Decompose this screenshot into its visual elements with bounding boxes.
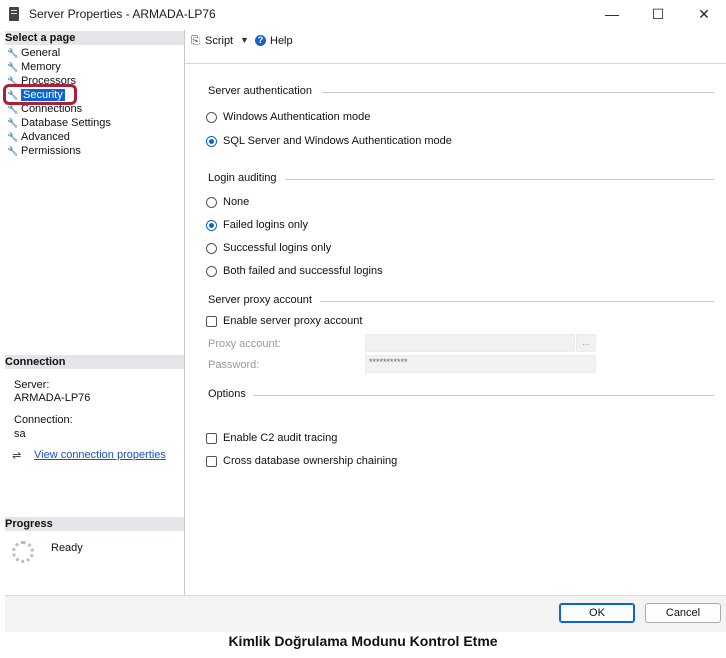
view-connection-properties-link[interactable]: View connection properties (34, 449, 166, 461)
group-divider (253, 395, 714, 396)
options-title: Options (208, 388, 246, 400)
script-icon: ⎘ (191, 35, 200, 47)
audit-successful-label: Successful logins only (223, 242, 332, 254)
script-button[interactable]: Script (205, 35, 233, 47)
wrench-icon: 🔧 (7, 118, 19, 128)
group-divider (322, 92, 714, 93)
page-item-general[interactable]: 🔧 General (7, 46, 60, 60)
window-title: Server Properties - ARMADA-LP76 (29, 7, 216, 21)
password-label: Password: (208, 359, 260, 371)
c2-audit-checkbox[interactable] (206, 433, 217, 444)
page-item-label: General (21, 47, 61, 59)
windows-auth-label: Windows Authentication mode (223, 111, 371, 123)
page-item-memory[interactable]: 🔧 Memory (7, 60, 61, 74)
page-item-label: Memory (21, 61, 61, 73)
page-item-label: Advanced (21, 131, 70, 143)
title-bar: Server Properties - ARMADA-LP76 — ☐ ✕ (0, 0, 726, 30)
audit-both-label: Both failed and successful logins (223, 265, 383, 277)
server-auth-title: Server authentication (208, 85, 312, 97)
proxy-account-input[interactable] (365, 334, 575, 352)
wrench-icon: 🔧 (7, 132, 19, 142)
page-item-label: Database Settings (21, 117, 111, 129)
page-item-permissions[interactable]: 🔧 Permissions (7, 144, 81, 158)
progress-spinner-icon (12, 541, 34, 563)
selection-highlight-ring (3, 84, 77, 105)
cancel-button[interactable]: Cancel (645, 603, 721, 623)
connection-value: sa (14, 428, 26, 440)
sql-windows-auth-radio[interactable] (206, 136, 217, 147)
enable-proxy-checkbox[interactable] (206, 316, 217, 327)
toolbar (185, 30, 726, 64)
help-icon[interactable]: ? (255, 35, 266, 46)
proxy-title: Server proxy account (208, 294, 312, 306)
dropdown-arrow-icon[interactable]: ▼ (240, 35, 249, 45)
connection-properties-icon: ⇌ (12, 450, 22, 462)
close-button[interactable]: ✕ (684, 3, 724, 25)
audit-none-label: None (223, 196, 250, 208)
proxy-account-label: Proxy account: (208, 338, 281, 350)
audit-failed-radio[interactable] (206, 220, 217, 231)
audit-failed-label: Failed logins only (223, 219, 308, 231)
group-divider (285, 179, 714, 180)
progress-status: Ready (51, 542, 83, 554)
wrench-icon: 🔧 (7, 62, 19, 72)
select-page-header: Select a page (5, 31, 184, 45)
page-item-label: Permissions (21, 145, 81, 157)
password-input[interactable]: *********** (365, 355, 596, 373)
connection-header: Connection (5, 355, 184, 369)
page-item-advanced[interactable]: 🔧 Advanced (7, 130, 70, 144)
audit-none-radio[interactable] (206, 197, 217, 208)
image-caption: Kimlik Doğrulama Modunu Kontrol Etme (228, 633, 498, 649)
audit-successful-radio[interactable] (206, 243, 217, 254)
enable-proxy-label: Enable server proxy account (223, 315, 363, 327)
progress-header: Progress (5, 517, 184, 531)
proxy-browse-button[interactable]: ... (576, 334, 596, 352)
sql-windows-auth-label: SQL Server and Windows Authentication mo… (223, 135, 452, 147)
help-button[interactable]: Help (270, 35, 293, 47)
audit-both-radio[interactable] (206, 266, 217, 277)
page-item-database-settings[interactable]: 🔧 Database Settings (7, 116, 111, 130)
server-label: Server: (14, 379, 50, 391)
cross-db-checkbox[interactable] (206, 456, 217, 467)
server-value: ARMADA-LP76 (14, 392, 91, 404)
app-icon (9, 7, 19, 21)
ok-button[interactable]: OK (559, 603, 635, 623)
c2-audit-label: Enable C2 audit tracing (223, 432, 338, 444)
maximize-button[interactable]: ☐ (638, 3, 678, 25)
wrench-icon: 🔧 (7, 146, 19, 156)
wrench-icon: 🔧 (7, 48, 19, 58)
cross-db-label: Cross database ownership chaining (223, 455, 398, 467)
group-divider (320, 301, 714, 302)
minimize-button[interactable]: — (592, 3, 632, 25)
connection-label: Connection: (14, 414, 73, 426)
windows-auth-radio[interactable] (206, 112, 217, 123)
login-auditing-title: Login auditing (208, 172, 277, 184)
